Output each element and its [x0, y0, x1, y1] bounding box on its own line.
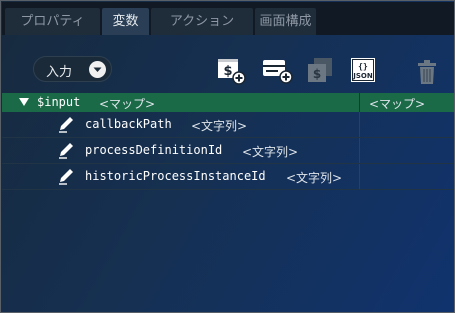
variables-panel: プロパティ 変数 アクション 画面構成 入力 $ $ {} JSON $inpu… [0, 0, 455, 313]
add-variable-button[interactable]: $ [216, 56, 246, 86]
tree-row[interactable]: historicProcessInstanceId <文字列> [2, 164, 454, 190]
direction-label: 入力 [46, 65, 73, 80]
tree-row[interactable]: processDefinitionId <文字列> [2, 138, 454, 164]
pencil-icon [58, 116, 74, 133]
variable-type: <マップ> [99, 97, 156, 111]
tree-row-root[interactable]: $input <マップ> <マップ> [2, 93, 454, 112]
column-divider [359, 138, 360, 163]
delete-variable-button[interactable] [416, 56, 444, 86]
variable-name: callbackPath [85, 117, 172, 131]
chevron-down-icon [89, 61, 106, 78]
json-button[interactable]: {} JSON [349, 56, 377, 86]
add-structure-button[interactable] [261, 56, 293, 86]
variable-type: <文字列> [286, 171, 343, 185]
svg-text:$: $ [313, 67, 321, 81]
expand-triangle-icon[interactable] [19, 98, 29, 106]
add-structure-icon [263, 60, 293, 84]
variable-type: <文字列> [242, 145, 299, 159]
trash-icon [418, 60, 436, 84]
pencil-icon [58, 142, 74, 159]
variable-name: processDefinitionId [85, 143, 223, 157]
tree-row[interactable]: callbackPath <文字列> [2, 112, 454, 138]
variable-name: historicProcessInstanceId [85, 169, 266, 183]
variable-name: $input [37, 95, 81, 109]
type-column-value: <マップ> [369, 97, 426, 111]
tab-properties[interactable]: プロパティ [5, 8, 100, 35]
json-icon-braces: {} [358, 62, 368, 71]
column-divider [359, 112, 360, 137]
column-divider [359, 164, 360, 189]
variables-tree: $input <マップ> <マップ> callbackPath <文字列> pr… [2, 93, 454, 190]
tab-variables[interactable]: 変数 [102, 8, 149, 35]
variables-toolbar: 入力 $ $ {} JSON [2, 36, 454, 92]
tab-screen-layout[interactable]: 画面構成 [255, 8, 316, 35]
add-variable-icon: $ [218, 59, 246, 85]
svg-text:$: $ [223, 64, 232, 79]
variable-type: <文字列> [191, 119, 248, 133]
copy-icon: $ [308, 58, 332, 82]
copy-variable-button[interactable]: $ [305, 56, 333, 86]
direction-dropdown[interactable]: 入力 [33, 56, 112, 82]
column-divider [359, 93, 360, 112]
tab-actions[interactable]: アクション [151, 8, 253, 35]
tab-bar: プロパティ 変数 アクション 画面構成 [2, 2, 454, 35]
pencil-icon [58, 168, 74, 185]
json-icon: {} JSON [351, 58, 375, 82]
json-icon-label: JSON [352, 72, 373, 80]
